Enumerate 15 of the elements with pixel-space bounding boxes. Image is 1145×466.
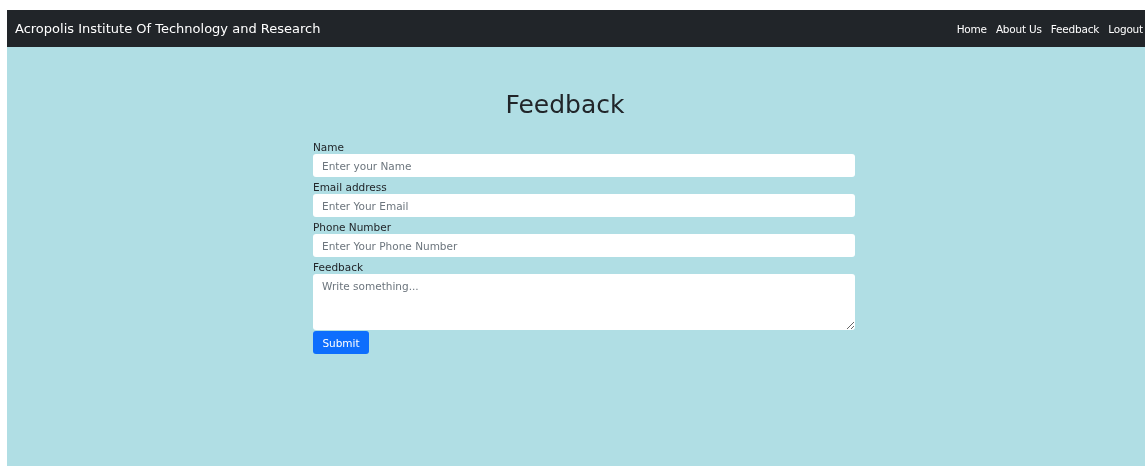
nav-link[interactable]: Home: [956, 22, 987, 35]
field-label: Email address: [313, 180, 387, 194]
input-field[interactable]: Enter Your Phone Number: [313, 234, 855, 257]
submit-button[interactable]: Submit: [313, 331, 369, 354]
field-label: Name: [313, 140, 344, 154]
page-heading: Feedback: [505, 90, 625, 119]
nav-link[interactable]: About Us: [995, 22, 1042, 35]
nav-link[interactable]: Logout: [1108, 22, 1143, 35]
brand-link[interactable]: Acropolis Institute Of Technology and Research: [15, 21, 321, 36]
field-label: Feedback: [313, 260, 363, 274]
input-field[interactable]: Enter Your Email: [313, 194, 855, 217]
nav-link[interactable]: Feedback: [1050, 22, 1100, 35]
text-area[interactable]: Write something...: [313, 274, 855, 330]
input-field[interactable]: Enter your Name: [313, 154, 855, 177]
field-label: Phone Number: [313, 220, 392, 234]
